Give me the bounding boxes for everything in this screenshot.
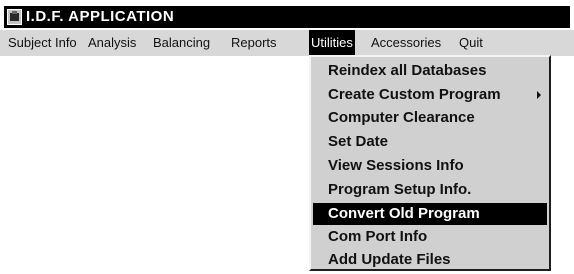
menu-item-view-sessions-info[interactable]: View Sessions Info <box>313 155 547 177</box>
menu-item-create-custom-program[interactable]: Create Custom Program <box>313 84 547 106</box>
menu-subject-info[interactable]: Subject Info <box>6 30 79 56</box>
menu-item-com-port-info[interactable]: Com Port Info <box>313 226 547 248</box>
menu-item-label: Create Custom Program <box>328 86 501 103</box>
submenu-arrow-icon <box>537 91 541 99</box>
menu-item-program-setup-info[interactable]: Program Setup Info. <box>313 179 547 201</box>
app-icon[interactable] <box>7 9 22 25</box>
menu-item-convert-old-program[interactable]: Convert Old Program <box>313 203 547 225</box>
menu-bar: Subject Info Analysis Balancing Reports … <box>0 30 574 56</box>
menu-utilities[interactable]: Utilities <box>309 30 355 56</box>
menu-item-label: Set Date <box>328 133 389 150</box>
menu-item-label: Computer Clearance <box>328 109 475 126</box>
menu-item-label: Program Setup Info. <box>328 181 472 198</box>
menu-item-label: Reindex all Databases <box>328 62 487 79</box>
menu-reports[interactable]: Reports <box>229 30 279 56</box>
menu-analysis[interactable]: Analysis <box>86 30 138 56</box>
menu-quit[interactable]: Quit <box>457 30 485 56</box>
utilities-dropdown: Reindex all Databases Create Custom Prog… <box>309 55 551 271</box>
title-bar: I.D.F. APPLICATION <box>4 6 570 28</box>
menu-item-computer-clearance[interactable]: Computer Clearance <box>313 107 547 129</box>
menu-item-label: Add Update Files <box>328 251 451 268</box>
window-title: I.D.F. APPLICATION <box>26 8 175 25</box>
menu-balancing[interactable]: Balancing <box>151 30 212 56</box>
menu-accessories[interactable]: Accessories <box>369 30 443 56</box>
menu-item-label: View Sessions Info <box>328 157 464 174</box>
menu-item-add-update-files[interactable]: Add Update Files <box>313 249 547 271</box>
menu-item-set-date[interactable]: Set Date <box>313 131 547 153</box>
menu-item-reindex-all-databases[interactable]: Reindex all Databases <box>313 60 547 82</box>
menu-item-label: Convert Old Program <box>328 205 480 222</box>
menu-item-label: Com Port Info <box>328 228 428 245</box>
